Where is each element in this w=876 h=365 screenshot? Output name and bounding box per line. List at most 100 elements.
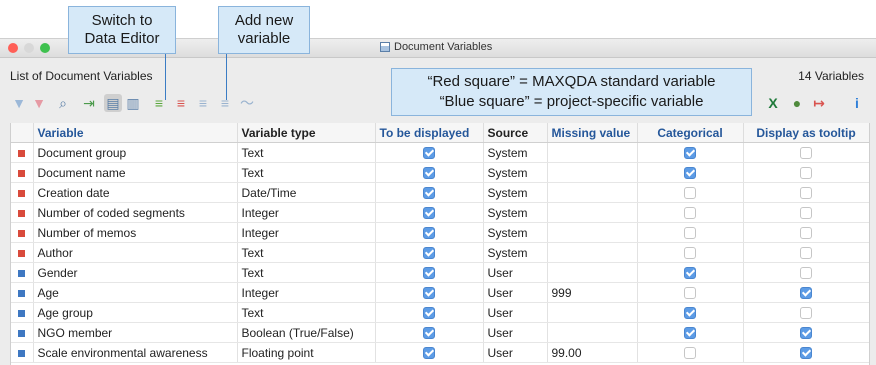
variable-name-cell[interactable]: Number of coded segments	[33, 202, 238, 223]
variable-type-cell[interactable]: Boolean (True/False)	[237, 322, 376, 343]
table-row[interactable]: Gender Text User	[11, 262, 869, 283]
categorical-checkbox[interactable]	[684, 187, 696, 200]
missing-value-cell[interactable]	[547, 302, 638, 323]
categorical-checkbox[interactable]	[684, 147, 696, 160]
source-cell[interactable]: User	[483, 302, 548, 323]
display-as-tooltip-checkbox[interactable]	[800, 147, 812, 160]
display-as-tooltip-checkbox[interactable]	[800, 227, 812, 240]
variable-type-cell[interactable]: Text	[237, 142, 376, 163]
table-row[interactable]: Number of memos Integer System	[11, 222, 869, 243]
column-header-source[interactable]: Source	[483, 123, 548, 143]
source-cell[interactable]: System	[483, 202, 548, 223]
source-cell[interactable]: User	[483, 262, 548, 283]
to-be-displayed-checkbox[interactable]	[423, 227, 435, 240]
missing-value-cell[interactable]	[547, 222, 638, 243]
to-be-displayed-checkbox[interactable]	[423, 267, 435, 280]
source-cell[interactable]: System	[483, 242, 548, 263]
to-be-displayed-checkbox[interactable]	[423, 167, 435, 180]
filter-icon[interactable]: ▼	[10, 94, 28, 112]
column-header-variable-type[interactable]: Variable type	[237, 123, 376, 143]
variable-name-cell[interactable]: Age	[33, 282, 238, 303]
close-window-button[interactable]	[8, 43, 18, 53]
categorical-checkbox[interactable]	[684, 287, 696, 300]
variable-name-cell[interactable]: Age group	[33, 302, 238, 323]
delete-variable-icon[interactable]: ≡	[172, 94, 190, 112]
source-cell[interactable]: User	[483, 342, 548, 363]
table-row[interactable]: Author Text System	[11, 242, 869, 263]
variable-type-cell[interactable]: Text	[237, 262, 376, 283]
categorical-checkbox[interactable]	[684, 167, 696, 180]
categorical-checkbox[interactable]	[684, 267, 696, 280]
missing-value-cell[interactable]	[547, 322, 638, 343]
variable-name-cell[interactable]: Document group	[33, 142, 238, 163]
table-row[interactable]: Age group Text User	[11, 302, 869, 323]
info-icon[interactable]: i	[848, 94, 866, 112]
to-be-displayed-checkbox[interactable]	[423, 187, 435, 200]
categorical-checkbox[interactable]	[684, 327, 696, 340]
table-row[interactable]: Document name Text System	[11, 162, 869, 183]
web-export-icon[interactable]: ●	[788, 94, 806, 112]
text-variable-icon[interactable]: ≡	[216, 94, 234, 112]
import-icon[interactable]: ⇥	[80, 94, 98, 112]
missing-value-cell[interactable]	[547, 202, 638, 223]
variable-name-cell[interactable]: Creation date	[33, 182, 238, 203]
table-row[interactable]: Age Integer User 999	[11, 282, 869, 303]
variable-name-cell[interactable]: Number of memos	[33, 222, 238, 243]
missing-value-cell[interactable]: 999	[547, 282, 638, 303]
minimize-window-button[interactable]	[24, 43, 34, 53]
variable-name-cell[interactable]: Author	[33, 242, 238, 263]
to-be-displayed-checkbox[interactable]	[423, 207, 435, 220]
table-row[interactable]: Number of coded segments Integer System	[11, 202, 869, 223]
export-icon[interactable]: ↦	[810, 94, 828, 112]
categorical-checkbox[interactable]	[684, 307, 696, 320]
table-row[interactable]: Scale environmental awareness Floating po…	[11, 342, 869, 363]
source-cell[interactable]: System	[483, 182, 548, 203]
missing-value-cell[interactable]: 99.00	[547, 342, 638, 363]
display-as-tooltip-checkbox[interactable]	[800, 267, 812, 280]
variable-type-cell[interactable]: Text	[237, 242, 376, 263]
display-as-tooltip-checkbox[interactable]	[800, 307, 812, 320]
source-cell[interactable]: User	[483, 282, 548, 303]
variable-list-icon[interactable]: ▥	[124, 94, 142, 112]
source-cell[interactable]: System	[483, 162, 548, 183]
table-row[interactable]: Creation date Date/Time System	[11, 182, 869, 203]
variable-type-cell[interactable]: Text	[237, 162, 376, 183]
to-be-displayed-checkbox[interactable]	[423, 347, 435, 360]
categorical-checkbox[interactable]	[684, 347, 696, 360]
column-header-display-as-tooltip[interactable]: Display as tooltip	[743, 123, 869, 143]
variable-type-cell[interactable]: Integer	[237, 222, 376, 243]
display-as-tooltip-checkbox[interactable]	[800, 247, 812, 260]
table-row[interactable]: Document group Text System	[11, 142, 869, 163]
missing-value-cell[interactable]	[547, 262, 638, 283]
variable-name-cell[interactable]: Scale environmental awareness	[33, 342, 238, 363]
to-be-displayed-checkbox[interactable]	[423, 247, 435, 260]
to-be-displayed-checkbox[interactable]	[423, 287, 435, 300]
categorical-checkbox[interactable]	[684, 207, 696, 220]
filter-clear-icon[interactable]: ▼	[30, 94, 48, 112]
column-header-to-be-displayed[interactable]: To be displayed	[375, 123, 484, 143]
column-header-variable[interactable]: Variable	[33, 123, 238, 143]
missing-value-cell[interactable]	[547, 142, 638, 163]
missing-value-cell[interactable]	[547, 242, 638, 263]
variable-name-cell[interactable]: NGO member	[33, 322, 238, 343]
variable-type-cell[interactable]: Date/Time	[237, 182, 376, 203]
variable-name-cell[interactable]: Document name	[33, 162, 238, 183]
display-as-tooltip-checkbox[interactable]	[800, 347, 812, 360]
categorical-checkbox[interactable]	[684, 227, 696, 240]
missing-value-cell[interactable]	[547, 162, 638, 183]
source-cell[interactable]: User	[483, 322, 548, 343]
to-be-displayed-checkbox[interactable]	[423, 147, 435, 160]
data-editor-icon[interactable]: ▤	[104, 94, 122, 112]
table-row[interactable]: NGO member Boolean (True/False) User	[11, 322, 869, 343]
display-as-tooltip-checkbox[interactable]	[800, 287, 812, 300]
zoom-window-button[interactable]	[40, 43, 50, 53]
display-as-tooltip-checkbox[interactable]	[800, 167, 812, 180]
chart-icon[interactable]: 〜	[238, 94, 256, 112]
numeric-variable-icon[interactable]: ≡	[194, 94, 212, 112]
variable-type-cell[interactable]: Floating point	[237, 342, 376, 363]
column-header-missing-value[interactable]: Missing value	[547, 123, 638, 143]
display-as-tooltip-checkbox[interactable]	[800, 327, 812, 340]
variable-type-cell[interactable]: Text	[237, 302, 376, 323]
variable-type-cell[interactable]: Integer	[237, 202, 376, 223]
source-cell[interactable]: System	[483, 222, 548, 243]
